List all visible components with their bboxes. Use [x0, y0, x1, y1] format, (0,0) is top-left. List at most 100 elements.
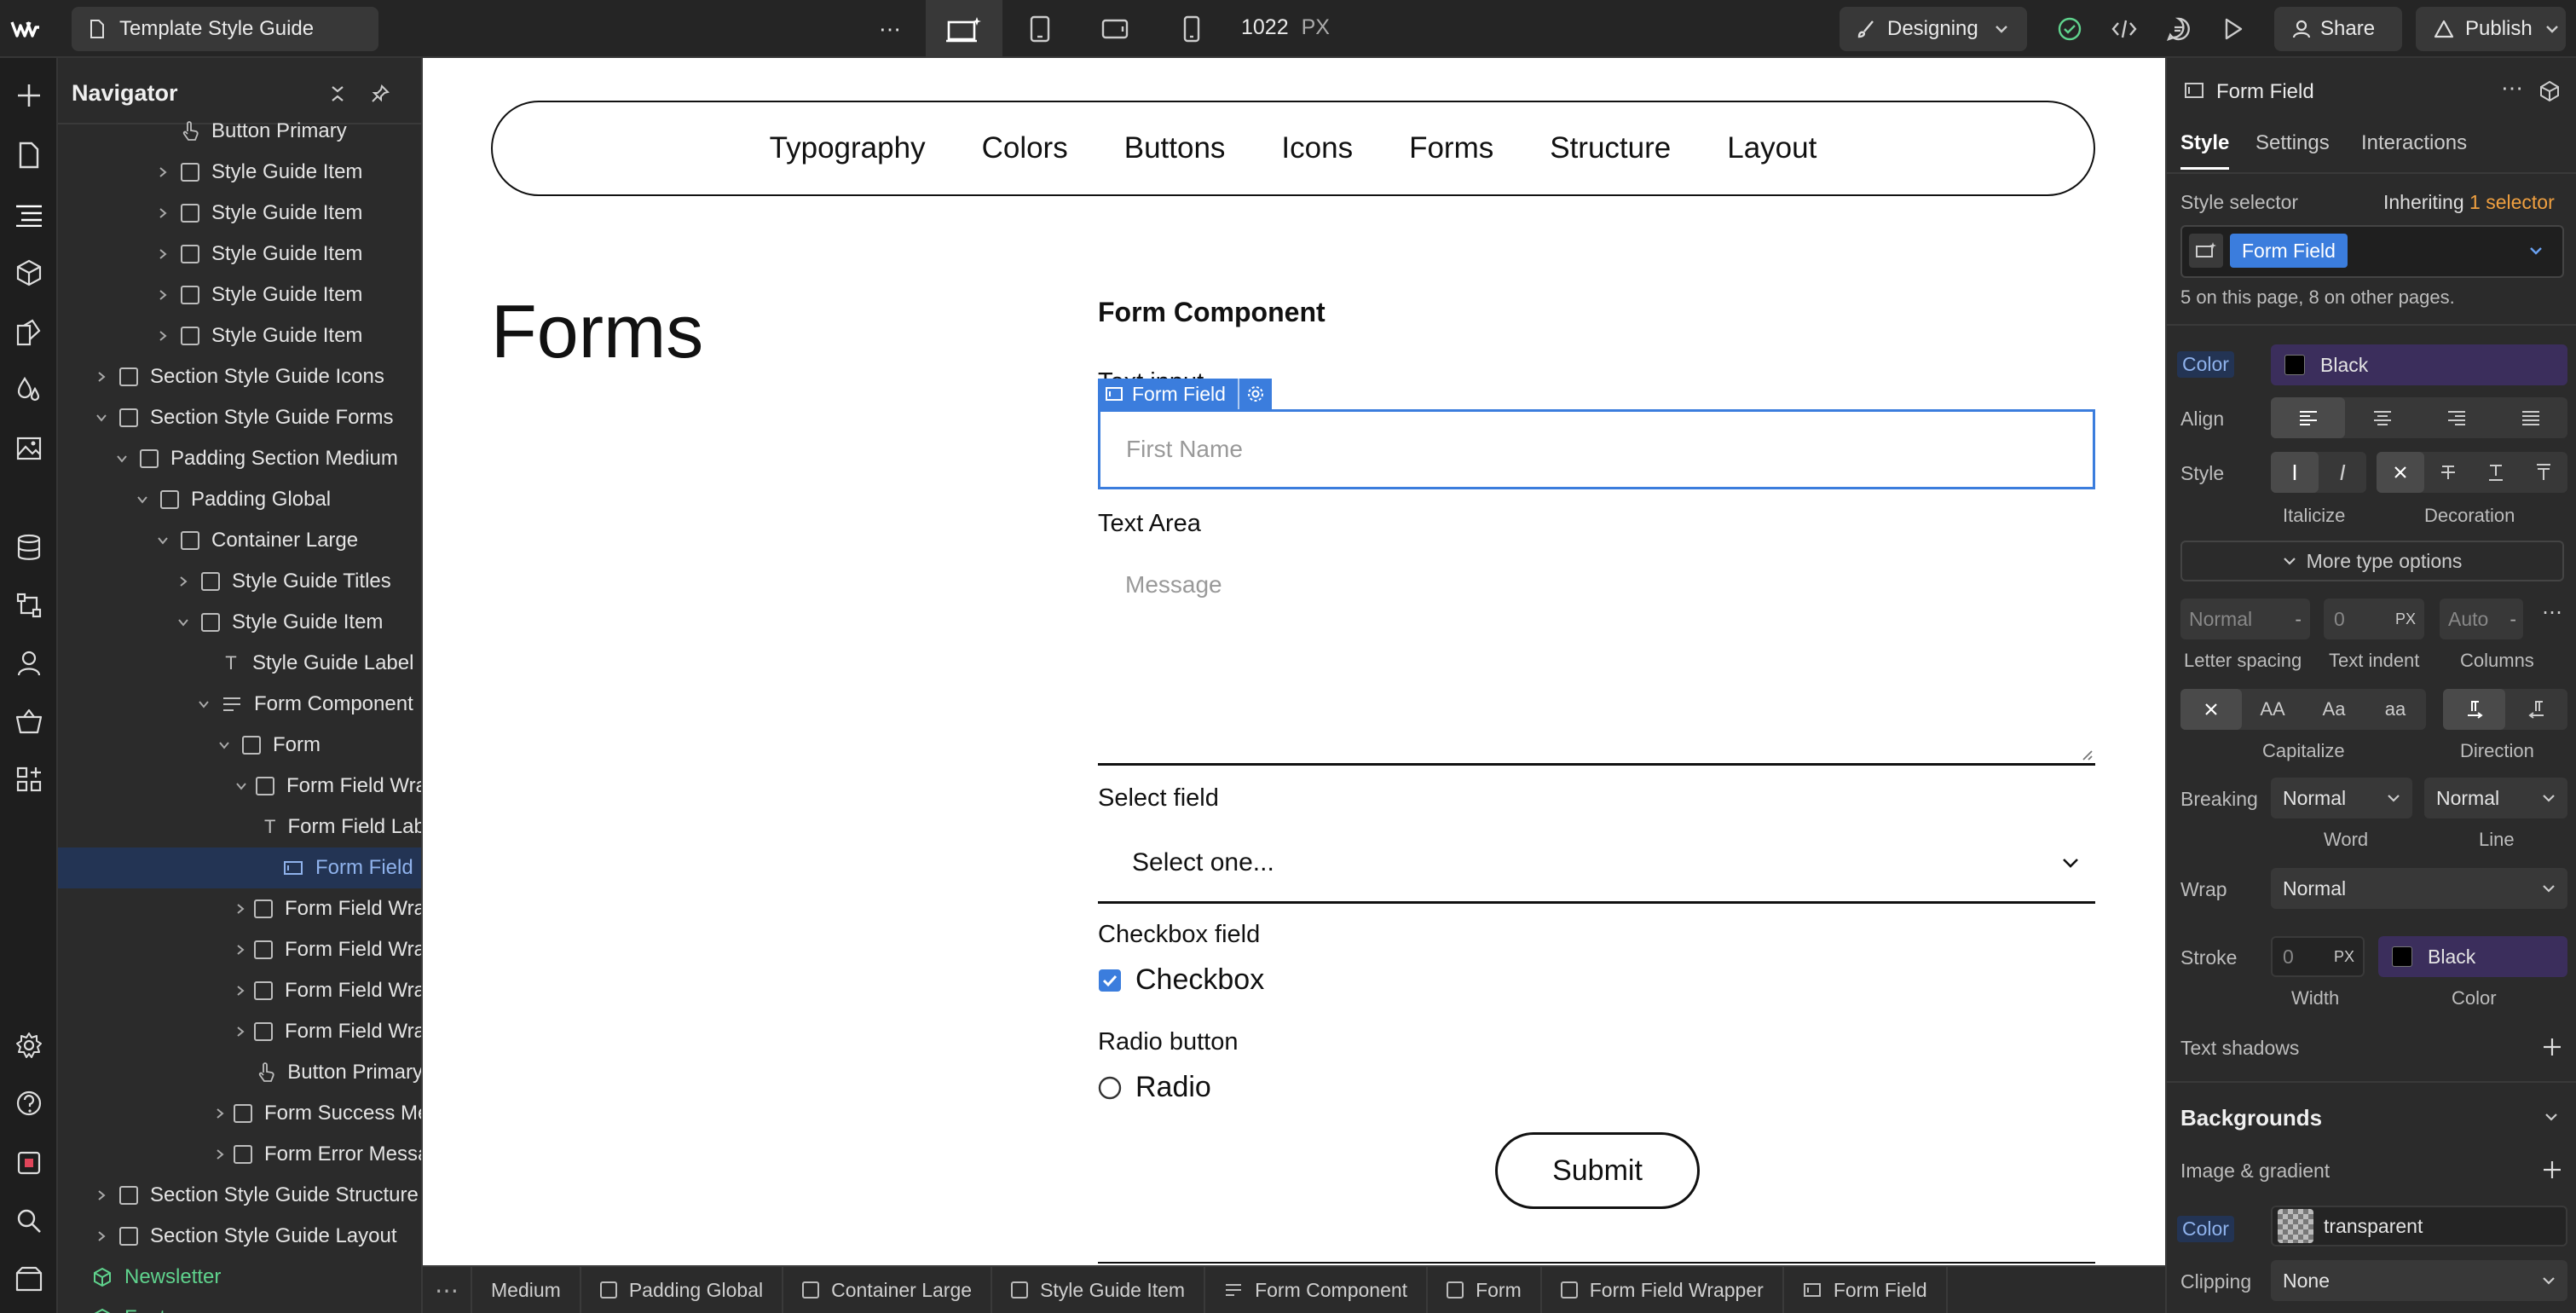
- navigator-item[interactable]: Padding Global: [58, 479, 421, 520]
- caret-right-icon[interactable]: [153, 163, 172, 182]
- search-icon[interactable]: [10, 1202, 48, 1240]
- nav-link-buttons[interactable]: Buttons: [1124, 131, 1226, 165]
- gear-icon[interactable]: [1246, 385, 1265, 403]
- check-status-icon[interactable]: [2051, 12, 2088, 46]
- radio-icon[interactable]: [1098, 1076, 1122, 1100]
- columns-input[interactable]: Auto -: [2440, 599, 2523, 639]
- breadcrumb-item[interactable]: Container Large: [783, 1267, 993, 1313]
- breadcrumb-item[interactable]: Medium: [472, 1267, 581, 1313]
- word-break-select[interactable]: Normal: [2271, 778, 2412, 818]
- caret-down-icon[interactable]: [194, 695, 213, 714]
- navigator-item[interactable]: Section Style Guide Forms: [58, 397, 421, 438]
- selector-state-icon[interactable]: [2189, 234, 2223, 268]
- navigator-item[interactable]: Form Field Wrapper: [58, 1011, 421, 1052]
- overline-icon[interactable]: [2520, 452, 2567, 493]
- clipping-select[interactable]: None: [2271, 1260, 2567, 1301]
- preview-play-icon[interactable]: [2215, 12, 2252, 46]
- navigator-item[interactable]: Form Error Message: [58, 1134, 421, 1175]
- breadcrumb-more-icon[interactable]: ⋯: [423, 1267, 472, 1313]
- resize-handle-icon[interactable]: [2080, 748, 2094, 761]
- component-icon[interactable]: [2538, 80, 2561, 102]
- navigator-item[interactable]: Style Guide Item: [58, 193, 421, 234]
- navigator-item[interactable]: Style Guide Item: [58, 315, 421, 356]
- wrap-select[interactable]: Normal: [2271, 868, 2567, 909]
- users-icon[interactable]: [10, 645, 48, 682]
- backgrounds-heading[interactable]: Backgrounds: [2180, 1105, 2322, 1131]
- video-tutorials-icon[interactable]: [10, 1260, 48, 1298]
- more-options-icon[interactable]: ⋯: [2501, 75, 2523, 101]
- caret-right-icon[interactable]: [215, 1145, 225, 1164]
- select-field[interactable]: Select one...: [1098, 824, 2095, 904]
- apps-icon[interactable]: [10, 761, 48, 798]
- rtl-icon[interactable]: [2505, 689, 2567, 730]
- more-options-icon[interactable]: ⋯: [2542, 600, 2562, 625]
- selector-field[interactable]: Form Field: [2180, 225, 2564, 278]
- caret-down-icon[interactable]: [153, 531, 172, 550]
- selector-chip[interactable]: Form Field: [2230, 234, 2348, 268]
- letter-spacing-input[interactable]: Normal -: [2180, 599, 2310, 639]
- caret-right-icon[interactable]: [215, 1104, 225, 1123]
- caret-right-icon[interactable]: [235, 1022, 245, 1041]
- nav-link-layout[interactable]: Layout: [1727, 131, 1816, 165]
- capitalize-control[interactable]: AA Aa aa: [2180, 689, 2426, 730]
- caret-right-icon[interactable]: [92, 1186, 111, 1205]
- nav-link-typography[interactable]: Typography: [770, 131, 926, 165]
- align-justify-icon[interactable]: [2493, 397, 2567, 438]
- navigator-item[interactable]: Button Primary: [58, 111, 421, 152]
- navigator-item[interactable]: Style Guide Item: [58, 152, 421, 193]
- navigator-item[interactable]: Form Field Wrapper: [58, 929, 421, 970]
- caret-down-icon[interactable]: [215, 736, 234, 755]
- submit-button[interactable]: Submit: [1495, 1132, 1700, 1209]
- ltr-icon[interactable]: [2443, 689, 2505, 730]
- checkbox-row[interactable]: Checkbox: [1098, 963, 1264, 997]
- navigator-item[interactable]: Form Field: [58, 847, 421, 888]
- breakpoint-tablet-icon[interactable]: [1021, 12, 1059, 46]
- navigator-icon[interactable]: [10, 196, 48, 234]
- caret-right-icon[interactable]: [153, 327, 172, 345]
- navigator-item[interactable]: Padding Section Medium: [58, 438, 421, 479]
- pages-icon[interactable]: [10, 136, 48, 174]
- breadcrumb-item[interactable]: Form Field Wrapper: [1542, 1267, 1784, 1313]
- record-icon[interactable]: [10, 1144, 48, 1182]
- breadcrumb-item[interactable]: Form Component: [1205, 1267, 1429, 1313]
- align-left-icon[interactable]: [2271, 397, 2345, 438]
- navigator-item[interactable]: T Form Field Label: [58, 807, 421, 847]
- caret-right-icon[interactable]: [153, 204, 172, 223]
- selected-element-badge[interactable]: Form Field: [1098, 379, 1272, 409]
- text-indent-input[interactable]: 0 PX: [2324, 599, 2424, 639]
- align-center-icon[interactable]: [2345, 397, 2419, 438]
- tab-style[interactable]: Style: [2180, 131, 2230, 170]
- stroke-color-field[interactable]: Black: [2378, 936, 2567, 977]
- caret-right-icon[interactable]: [92, 367, 111, 386]
- uppercase-option[interactable]: AA: [2242, 689, 2303, 730]
- comment-icon[interactable]: [2160, 12, 2198, 46]
- add-background-icon[interactable]: [2542, 1160, 2562, 1180]
- caret-right-icon[interactable]: [92, 1227, 111, 1246]
- chevron-down-icon[interactable]: [2544, 1112, 2559, 1122]
- design-canvas[interactable]: Typography Colors Buttons Icons Forms Structu…: [423, 58, 2165, 1265]
- breakpoint-desktop-icon[interactable]: [926, 0, 1002, 58]
- message-textarea[interactable]: Message: [1098, 549, 2095, 766]
- code-icon[interactable]: [2105, 12, 2143, 46]
- navigator-item[interactable]: Form Component: [58, 684, 421, 725]
- inheriting-selector-link[interactable]: 1 selector: [2469, 191, 2555, 213]
- color-label[interactable]: Color: [2177, 351, 2234, 378]
- no-decoration-icon[interactable]: [2377, 452, 2424, 493]
- navigator-item[interactable]: Form Success Message: [58, 1093, 421, 1134]
- navigator-item[interactable]: Section Style Guide Icons: [58, 356, 421, 397]
- navigator-item[interactable]: Section Style Guide Layout: [58, 1216, 421, 1257]
- navigator-item[interactable]: Button Primary: [58, 1052, 421, 1093]
- align-right-icon[interactable]: [2419, 397, 2493, 438]
- capitalize-option[interactable]: Aa: [2303, 689, 2365, 730]
- caret-right-icon[interactable]: [235, 899, 245, 918]
- breakpoint-landscape-icon[interactable]: [1096, 12, 1134, 46]
- align-control[interactable]: [2271, 397, 2567, 438]
- radio-row[interactable]: Radio: [1098, 1071, 1211, 1104]
- navigator-item[interactable]: Style Guide Titles: [58, 561, 421, 602]
- cms-icon[interactable]: [10, 529, 48, 566]
- decoration-control[interactable]: [2377, 452, 2567, 493]
- caret-right-icon[interactable]: [235, 981, 245, 1000]
- navigator-item[interactable]: Newsletter: [58, 1257, 421, 1298]
- non-italic-icon[interactable]: I: [2271, 452, 2319, 493]
- help-icon[interactable]: [10, 1085, 48, 1122]
